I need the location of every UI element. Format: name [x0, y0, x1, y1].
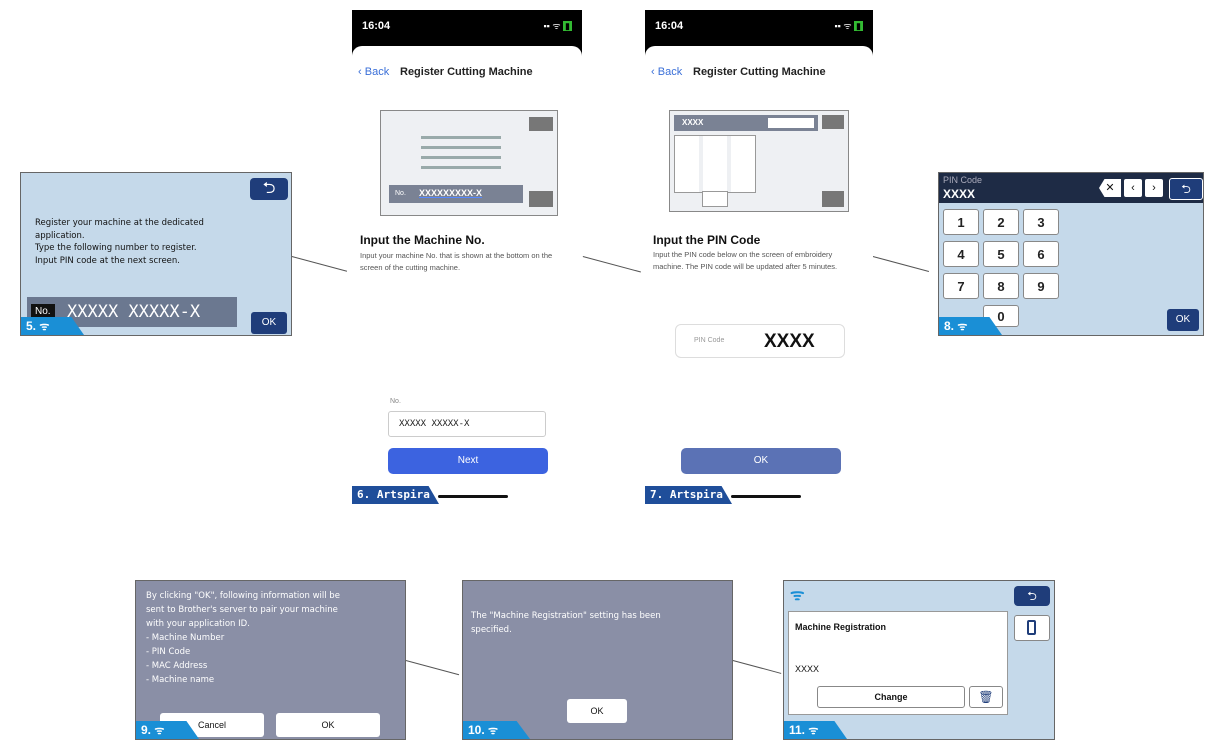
- connector-line: [291, 256, 348, 272]
- delete-icon[interactable]: ✕: [1099, 179, 1121, 197]
- delete-button[interactable]: 🗑: [969, 686, 1003, 708]
- heading: Input the PIN Code: [653, 233, 761, 247]
- back-button[interactable]: ⮌: [250, 178, 288, 200]
- wifi-icon: ᯤ: [39, 321, 50, 333]
- machine-screen-10: The "Machine Registration" setting has b…: [462, 580, 733, 740]
- phone-screen-7: 16:04 ▪▪ ᯤ ▮ ‹ Back Register Cutting Mac…: [645, 10, 873, 504]
- registration-panel: Machine Registration XXXX Change 🗑: [788, 611, 1008, 715]
- machine-illustration: No. XXXXXXXXX-X: [380, 110, 558, 216]
- heading: Input the Machine No.: [360, 233, 485, 247]
- key-2[interactable]: 2: [983, 209, 1019, 235]
- status-time: 16:04: [362, 20, 391, 32]
- registration-value: XXXX: [795, 664, 820, 674]
- pin-code-label: PIN Code: [694, 337, 725, 344]
- connector-line: [405, 660, 460, 676]
- machine-screen-8: PIN Code XXXX ✕ ‹ › ⮌ 1 2 3 4 5 6 7 8 9 …: [938, 172, 1204, 336]
- signal-battery-icon: ▪▪ ᯤ ▮: [543, 21, 572, 31]
- next-button[interactable]: Next: [388, 448, 548, 474]
- pin-value: XXXX: [943, 187, 976, 201]
- key-3[interactable]: 3: [1023, 209, 1059, 235]
- connector-line: [872, 256, 930, 272]
- page-title: Register Cutting Machine: [400, 66, 533, 78]
- illus-no-label: No.: [395, 190, 406, 197]
- status-time: 16:04: [655, 20, 684, 32]
- back-button[interactable]: ⮌: [1014, 586, 1050, 606]
- signal-battery-icon: ▪▪ ᯤ ▮: [834, 21, 863, 31]
- page-title: Register Cutting Machine: [693, 66, 826, 78]
- cursor-left-icon[interactable]: ‹: [1124, 179, 1142, 197]
- wifi-icon: ᯤ: [808, 725, 819, 737]
- key-6[interactable]: 6: [1023, 241, 1059, 267]
- wifi-icon: ᯤ: [154, 725, 165, 737]
- step-badge: 6. Artspira: [352, 486, 439, 504]
- illus-number: XXXXXXXXX-X: [419, 188, 483, 198]
- key-8[interactable]: 8: [983, 273, 1019, 299]
- machine-screen-5: ⮌ Register your machine at the dedicated…: [20, 172, 292, 336]
- machine-number: XXXXX XXXXX-X: [67, 302, 201, 322]
- field-label: No.: [390, 398, 401, 405]
- device-button[interactable]: [1014, 615, 1050, 641]
- machine-screen-11: ᯤ ⮌ Machine Registration XXXX Change 🗑 1…: [783, 580, 1055, 740]
- key-1[interactable]: 1: [943, 209, 979, 235]
- description: Input the PIN code below on the screen o…: [653, 250, 838, 271]
- change-button[interactable]: Change: [817, 686, 965, 708]
- ok-button[interactable]: OK: [681, 448, 841, 474]
- illus-pin: XXXX: [682, 118, 704, 127]
- pin-code-box: PIN Code XXXX: [675, 324, 845, 358]
- trash-icon: 🗑: [978, 690, 994, 704]
- return-arrow-icon: ⮌: [262, 180, 276, 197]
- pin-code-value: XXXX: [764, 331, 815, 352]
- step-badge: 7. Artspira: [645, 486, 732, 504]
- wifi-icon: ᯤ: [790, 587, 805, 604]
- connector-line: [732, 660, 782, 674]
- pin-header: PIN Code XXXX ✕ ‹ › ⮌: [939, 173, 1203, 203]
- ok-button[interactable]: OK: [1167, 309, 1199, 331]
- registration-message: The "Machine Registration" setting has b…: [471, 611, 661, 635]
- step-badge: 10. ᯤ: [463, 721, 530, 739]
- ok-button[interactable]: OK: [567, 699, 627, 723]
- home-indicator: [731, 495, 801, 498]
- key-4[interactable]: 4: [943, 241, 979, 267]
- back-link[interactable]: ‹ Back: [358, 66, 389, 78]
- phone-icon: [1027, 620, 1036, 635]
- keypad-illustration: XXXX: [669, 110, 849, 212]
- consent-message: By clicking "OK", following information …: [146, 591, 340, 685]
- wifi-icon: ᯤ: [957, 321, 968, 333]
- no-label: No.: [31, 304, 55, 319]
- return-arrow-icon: ⮌: [1027, 589, 1037, 603]
- back-link[interactable]: ‹ Back: [651, 66, 682, 78]
- phone-screen-6: 16:04 ▪▪ ᯤ ▮ ‹ Back Register Cutting Mac…: [352, 10, 582, 504]
- key-5[interactable]: 5: [983, 241, 1019, 267]
- home-indicator: [438, 495, 508, 498]
- description: Input your machine No. that is shown at …: [360, 251, 553, 272]
- ok-button[interactable]: OK: [276, 713, 380, 737]
- connector-line: [582, 256, 641, 273]
- register-message: Register your machine at the dedicated a…: [35, 218, 204, 266]
- panel-title: Machine Registration: [795, 622, 887, 632]
- key-9[interactable]: 9: [1023, 273, 1059, 299]
- pin-label: PIN Code: [943, 175, 983, 185]
- step-badge: 11. ᯤ: [784, 721, 847, 739]
- wifi-icon: ᯤ: [488, 725, 499, 737]
- machine-screen-9: By clicking "OK", following information …: [135, 580, 406, 740]
- machine-number-input[interactable]: XXXXX XXXXX-X: [388, 411, 546, 437]
- cursor-right-icon[interactable]: ›: [1145, 179, 1163, 197]
- back-button[interactable]: ⮌: [1169, 178, 1203, 200]
- key-7[interactable]: 7: [943, 273, 979, 299]
- ok-button[interactable]: OK: [251, 312, 287, 334]
